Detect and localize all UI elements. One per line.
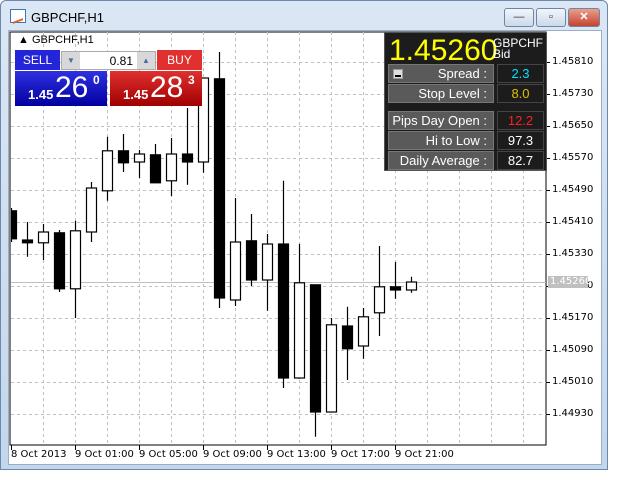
buy-price-button[interactable]: 1.45 28 3	[110, 71, 202, 106]
candle-bull	[405, 281, 418, 291]
x-tick-label: 9 Oct 01:00	[75, 449, 134, 460]
info-label-text: Pips Day Open :	[392, 113, 487, 128]
candle-bear	[149, 154, 162, 184]
x-tick-label: 9 Oct 21:00	[395, 449, 454, 460]
info-row: Spread : 2.3	[388, 64, 544, 83]
lot-increase-icon[interactable]: ▲	[137, 52, 155, 69]
x-tick-label: 9 Oct 13:00	[267, 449, 326, 460]
candle-bull	[229, 241, 242, 301]
candle-bull	[69, 230, 82, 290]
chart-symbol-text: GBPCHF,H1	[31, 34, 94, 46]
y-tick-label: 1.45490	[552, 184, 594, 195]
info-label-text: Spread :	[437, 66, 487, 81]
buy-price-fraction: 3	[188, 73, 195, 87]
info-panel: 1.45260 GBPCHF Bid Spread :2.3 Stop Level …	[384, 32, 547, 171]
chart-symbol-label[interactable]: ▲ GBPCHF,H1	[18, 34, 94, 46]
info-row-value: 2.3	[497, 64, 544, 83]
info-row: Daily Average : 82.7	[388, 151, 544, 170]
y-tick-label: 1.45810	[552, 56, 594, 67]
candle-bull	[325, 324, 338, 413]
bid-price: 1.45260	[389, 34, 498, 67]
sell-price-button[interactable]: 1.45 26 0	[15, 71, 107, 106]
y-tick-label: 1.45090	[552, 344, 594, 355]
info-label-text: Hi to Low :	[425, 133, 487, 148]
candle-bull	[101, 150, 114, 192]
candle-bull	[261, 243, 274, 281]
info-row-label: Pips Day Open :	[388, 111, 494, 130]
info-label-text: Daily Average :	[399, 153, 487, 168]
y-tick-label: 1.45010	[552, 376, 594, 387]
candle-bear	[389, 286, 402, 291]
candle-bull	[165, 153, 178, 182]
sell-price-pips: 26	[55, 71, 89, 104]
candle-bear	[277, 243, 290, 379]
candle-bear	[309, 284, 322, 413]
info-row-label: Stop Level :	[388, 84, 494, 103]
y-tick-label: 1.45410	[552, 216, 594, 227]
y-tick-label: 1.45170	[552, 312, 594, 323]
y-tick-label: 1.44930	[552, 408, 594, 419]
info-row-value: 82.7	[497, 151, 544, 170]
candle-bear	[117, 150, 130, 164]
info-row-value: 8.0	[497, 84, 544, 103]
lot-size-stepper[interactable]: ▼ 0.81 ▲	[61, 51, 156, 70]
bid-symbol: GBPCHF Bid	[493, 37, 543, 61]
info-row-value: 12.2	[497, 111, 544, 130]
candle-bull	[357, 316, 370, 347]
info-row-label: Hi to Low :	[388, 131, 494, 150]
y-tick-label: 1.45730	[552, 88, 594, 99]
candle-bear	[53, 232, 66, 290]
y-tick-label: 1.45650	[552, 120, 594, 131]
info-row: Hi to Low : 97.3	[388, 131, 544, 150]
x-tick-label: 9 Oct 09:00	[203, 449, 262, 460]
info-row: Pips Day Open : 12.2	[388, 111, 544, 130]
candle-bear	[11, 210, 18, 240]
candle-bear	[21, 239, 34, 244]
info-row: Stop Level : 8.0	[388, 84, 544, 103]
x-tick-label: 8 Oct 2013	[11, 449, 67, 460]
candle-bull	[373, 286, 386, 314]
current-price-badge: 1.45260	[548, 276, 592, 288]
collapse-icon[interactable]	[393, 69, 403, 79]
y-tick-label: 1.45570	[552, 152, 594, 163]
sell-button[interactable]: SELL	[15, 50, 60, 71]
x-tick-label: 9 Oct 05:00	[139, 449, 198, 460]
candle-bull	[37, 231, 50, 244]
panel-side: Bid	[493, 47, 511, 61]
candle-bear	[245, 240, 258, 281]
info-label-text: Stop Level :	[418, 86, 487, 101]
candle-bull	[293, 282, 306, 379]
candle-bear	[213, 78, 226, 299]
sell-price-fraction: 0	[93, 73, 100, 87]
buy-button[interactable]: BUY	[157, 50, 202, 71]
buy-price-prefix: 1.45	[123, 87, 149, 102]
candle-bear	[341, 325, 354, 350]
info-row-label: Spread :	[388, 64, 494, 83]
info-row-label: Daily Average :	[388, 151, 494, 170]
lot-size-input[interactable]: 0.81	[110, 54, 133, 68]
candle-bear	[181, 153, 194, 163]
info-row-value: 97.3	[497, 131, 544, 150]
buy-price-pips: 28	[150, 71, 184, 104]
sell-price-prefix: 1.45	[28, 87, 54, 102]
candle-bull	[133, 153, 146, 163]
lot-decrease-icon[interactable]: ▼	[62, 52, 80, 69]
x-tick-label: 9 Oct 17:00	[331, 449, 390, 460]
y-tick-label: 1.45330	[552, 248, 594, 259]
candle-bull	[85, 187, 98, 233]
